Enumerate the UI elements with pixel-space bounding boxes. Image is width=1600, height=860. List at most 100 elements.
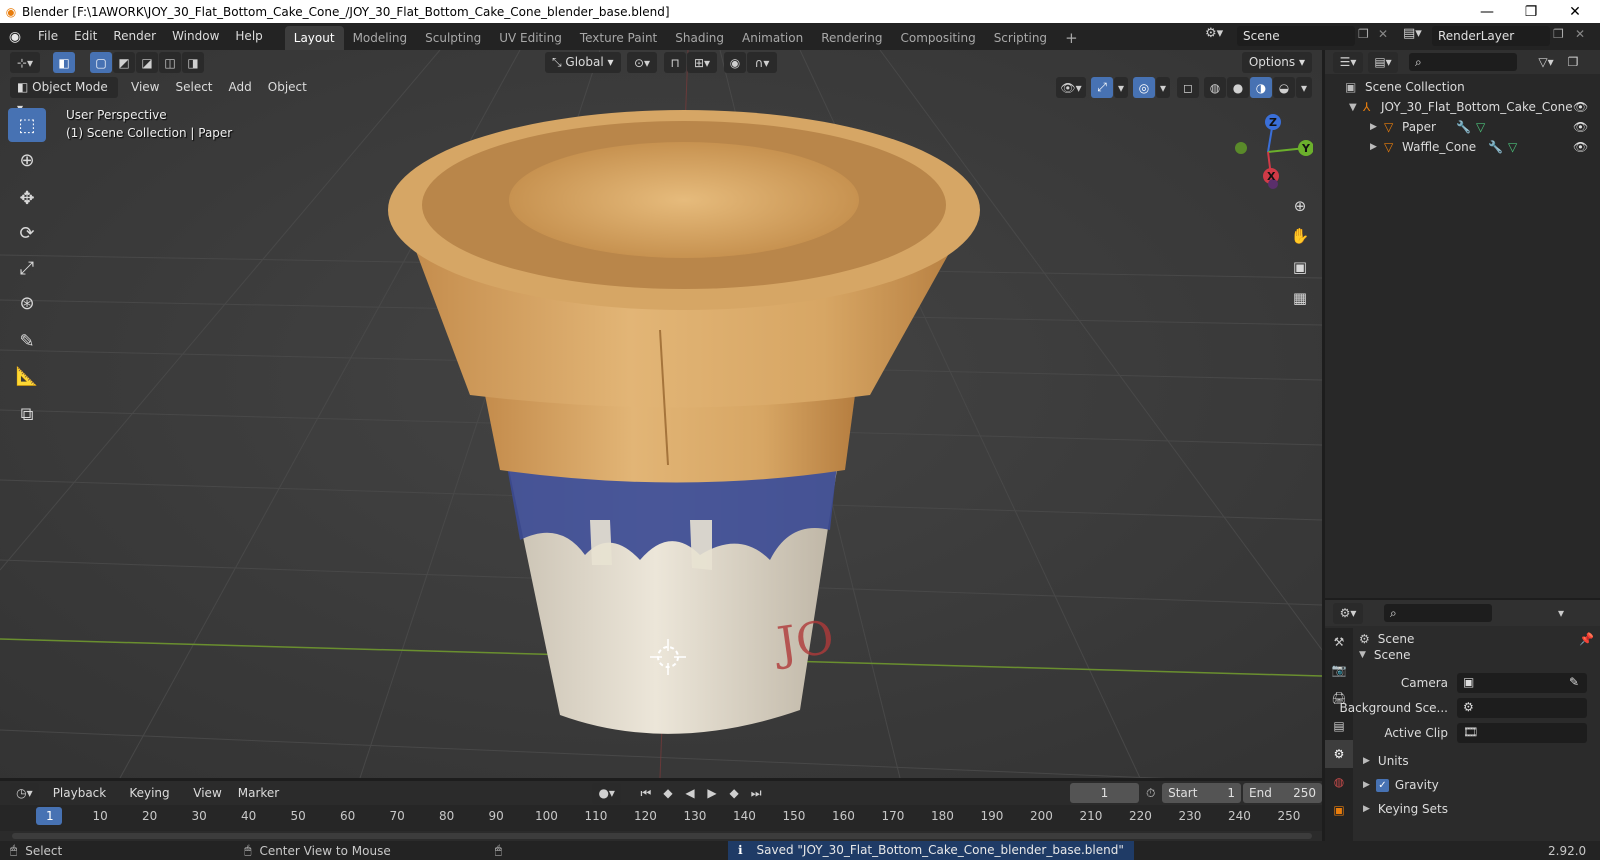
shading-wireframe-icon[interactable]: ◍ — [1204, 77, 1226, 98]
tab-tool-icon[interactable]: ⚒ — [1325, 628, 1353, 656]
select-subtract-icon[interactable]: ◪ — [136, 52, 158, 73]
outliner-row-paper[interactable]: ▶ ▽ Paper 🔧 ▽ 👁 — [1325, 117, 1600, 137]
restore-button[interactable]: ❐ — [1508, 0, 1554, 23]
new-view-layer-icon[interactable]: ❐ — [1553, 27, 1564, 41]
play-icon[interactable]: ▶ — [702, 783, 723, 804]
pivot-point-icon[interactable]: ⊙▾ — [627, 52, 657, 73]
menu-add[interactable]: Add — [222, 77, 259, 98]
add-workspace-button[interactable]: + — [1056, 26, 1087, 50]
jump-start-icon[interactable]: ⏮ — [635, 783, 656, 804]
new-collection-icon[interactable]: ❐ — [1562, 52, 1584, 73]
new-scene-icon[interactable]: ❐ — [1358, 27, 1369, 41]
annotate-tool-icon[interactable]: ✎ — [8, 324, 46, 358]
editor-type-icon[interactable]: ⊹▾ — [10, 52, 40, 73]
menu-marker[interactable]: Marker — [231, 783, 286, 804]
camera-view-icon[interactable]: ▣ — [1286, 253, 1314, 281]
render-layer-field[interactable]: RenderLayer — [1432, 26, 1550, 46]
start-frame-field[interactable]: Start 1 — [1162, 783, 1242, 803]
shading-material-icon[interactable]: ◑ — [1250, 77, 1272, 98]
menu-object[interactable]: Object — [261, 77, 314, 98]
mode-dropdown[interactable]: ◧ Object Mode ▾ — [10, 77, 118, 115]
menu-select[interactable]: Select — [168, 77, 219, 98]
outliner-row-scene-collection[interactable]: ▣ Scene Collection — [1325, 77, 1600, 97]
transform-tool-icon[interactable]: ⊛ — [8, 286, 46, 320]
tab-modeling[interactable]: Modeling — [344, 26, 417, 50]
active-clip-field[interactable]: 🎞 — [1457, 723, 1587, 743]
jump-keyframe-back-icon[interactable]: ◆ — [657, 783, 678, 804]
tab-rendering[interactable]: Rendering — [812, 26, 891, 50]
eye-icon[interactable]: 👁 — [1573, 120, 1588, 134]
tab-scene-icon[interactable]: ⚙ — [1325, 740, 1353, 768]
filter-icon[interactable]: ▽▾ — [1531, 52, 1561, 73]
play-reverse-icon[interactable]: ◀ — [679, 783, 700, 804]
expand-chevron-icon[interactable]: ▶ — [1370, 142, 1384, 152]
expand-chevron-icon[interactable]: ▶ — [1363, 804, 1370, 814]
outliner-row-waffle-cone[interactable]: ▶ ▽ Waffle_Cone 🔧 ▽ 👁 — [1325, 137, 1600, 157]
outliner-search-field[interactable]: ⌕ — [1409, 53, 1517, 71]
minimize-button[interactable]: — — [1464, 0, 1510, 23]
gizmo-dropdown-icon[interactable]: ▾ — [1114, 77, 1128, 98]
pan-hand-icon[interactable]: ✋ — [1286, 222, 1314, 250]
menu-render[interactable]: Render — [105, 23, 164, 50]
shading-rendered-icon[interactable]: ◒ — [1273, 77, 1295, 98]
shading-dropdown-icon[interactable]: ▾ — [1296, 77, 1312, 98]
properties-search-field[interactable]: ⌕ — [1384, 604, 1492, 622]
tab-view-layer-icon[interactable]: ▤ — [1325, 712, 1353, 740]
menu-file[interactable]: File — [30, 23, 66, 50]
outliner-row-collection[interactable]: ▼ ⅄ JOY_30_Flat_Bottom_Cake_Cone 👁 — [1325, 97, 1600, 117]
select-intersect-icon[interactable]: ◨ — [182, 52, 204, 73]
eye-icon[interactable]: 👁 — [1573, 100, 1588, 114]
display-mode-icon[interactable]: ▤▾ — [1368, 51, 1398, 73]
xray-toggle-icon[interactable]: ◻ — [1177, 77, 1199, 98]
eye-icon[interactable]: 👁 — [1573, 140, 1588, 154]
jump-keyframe-forward-icon[interactable]: ◆ — [724, 783, 745, 804]
select-box-icon[interactable]: ◧ — [53, 52, 75, 73]
menu-timeline-view[interactable]: View — [186, 783, 228, 804]
tab-layout[interactable]: Layout — [284, 26, 344, 50]
zoom-icon[interactable]: ⊕ — [1286, 192, 1314, 220]
select-difference-icon[interactable]: ◫ — [159, 52, 181, 73]
shading-solid-icon[interactable]: ● — [1227, 77, 1249, 98]
status-report[interactable]: ℹ Saved "JOY_30_Flat_Bottom_Cake_Cone_bl… — [727, 841, 1134, 860]
menu-edit[interactable]: Edit — [66, 23, 105, 50]
auto-keying-icon[interactable]: ●▾ — [592, 782, 622, 804]
mesh-data-icon[interactable]: ▽ — [1508, 140, 1517, 154]
expand-chevron-icon[interactable]: ▶ — [1363, 756, 1370, 766]
outliner-editor-type-icon[interactable]: ☰▾ — [1333, 51, 1363, 73]
tab-sculpting[interactable]: Sculpting — [416, 26, 490, 50]
tab-shading[interactable]: Shading — [666, 26, 733, 50]
camera-field[interactable]: ▣ ✎ — [1457, 673, 1587, 693]
timeline-scrollbar[interactable] — [12, 833, 1312, 839]
jump-end-icon[interactable]: ⏭ — [746, 783, 767, 804]
scene-panel-header[interactable]: ▼ Scene — [1359, 644, 1597, 666]
expand-chevron-icon[interactable]: ▶ — [1363, 780, 1370, 790]
collapse-chevron-icon[interactable]: ▼ — [1359, 650, 1366, 660]
expand-chevron-icon[interactable]: ▶ — [1370, 122, 1384, 132]
overlay-dropdown-icon[interactable]: ▾ — [1156, 77, 1170, 98]
tab-uv-editing[interactable]: UV Editing — [490, 26, 571, 50]
tab-world-icon[interactable]: ◍ — [1325, 768, 1353, 796]
current-frame-field[interactable]: 1 — [1069, 783, 1140, 803]
scene-field[interactable]: Scene — [1237, 26, 1355, 46]
tab-compositing[interactable]: Compositing — [891, 26, 984, 50]
select-tool-icon[interactable]: ⬚ — [8, 108, 46, 142]
tab-animation[interactable]: Animation — [733, 26, 812, 50]
delete-scene-icon[interactable]: ✕ — [1378, 27, 1388, 41]
expand-chevron-icon[interactable]: ▼ — [1349, 102, 1363, 113]
menu-view[interactable]: View — [124, 77, 166, 98]
background-scene-field[interactable]: ⚙ — [1457, 698, 1587, 718]
gravity-panel-header[interactable]: ▶ ✓ Gravity — [1363, 775, 1439, 795]
tab-render-icon[interactable]: 📷 — [1325, 656, 1353, 684]
proportional-edit-icon[interactable]: ◉ — [724, 52, 746, 73]
tab-texture-paint[interactable]: Texture Paint — [571, 26, 666, 50]
select-new-icon[interactable]: ▢ — [90, 52, 112, 73]
falloff-icon[interactable]: ∩▾ — [747, 52, 777, 73]
measure-tool-icon[interactable]: 📐 — [8, 359, 46, 393]
modifier-wrench-icon[interactable]: 🔧 — [1456, 120, 1471, 134]
scene-icon[interactable]: ⚙▾ — [1205, 26, 1223, 41]
navigation-gizmo[interactable]: Z Y X — [1223, 112, 1313, 192]
blender-menu-icon[interactable]: ◉ — [0, 29, 30, 45]
rotate-tool-icon[interactable]: ⟳ — [8, 216, 46, 250]
scale-tool-icon[interactable]: ⤢ — [8, 251, 46, 285]
snap-target-icon[interactable]: ⊞▾ — [687, 52, 717, 73]
